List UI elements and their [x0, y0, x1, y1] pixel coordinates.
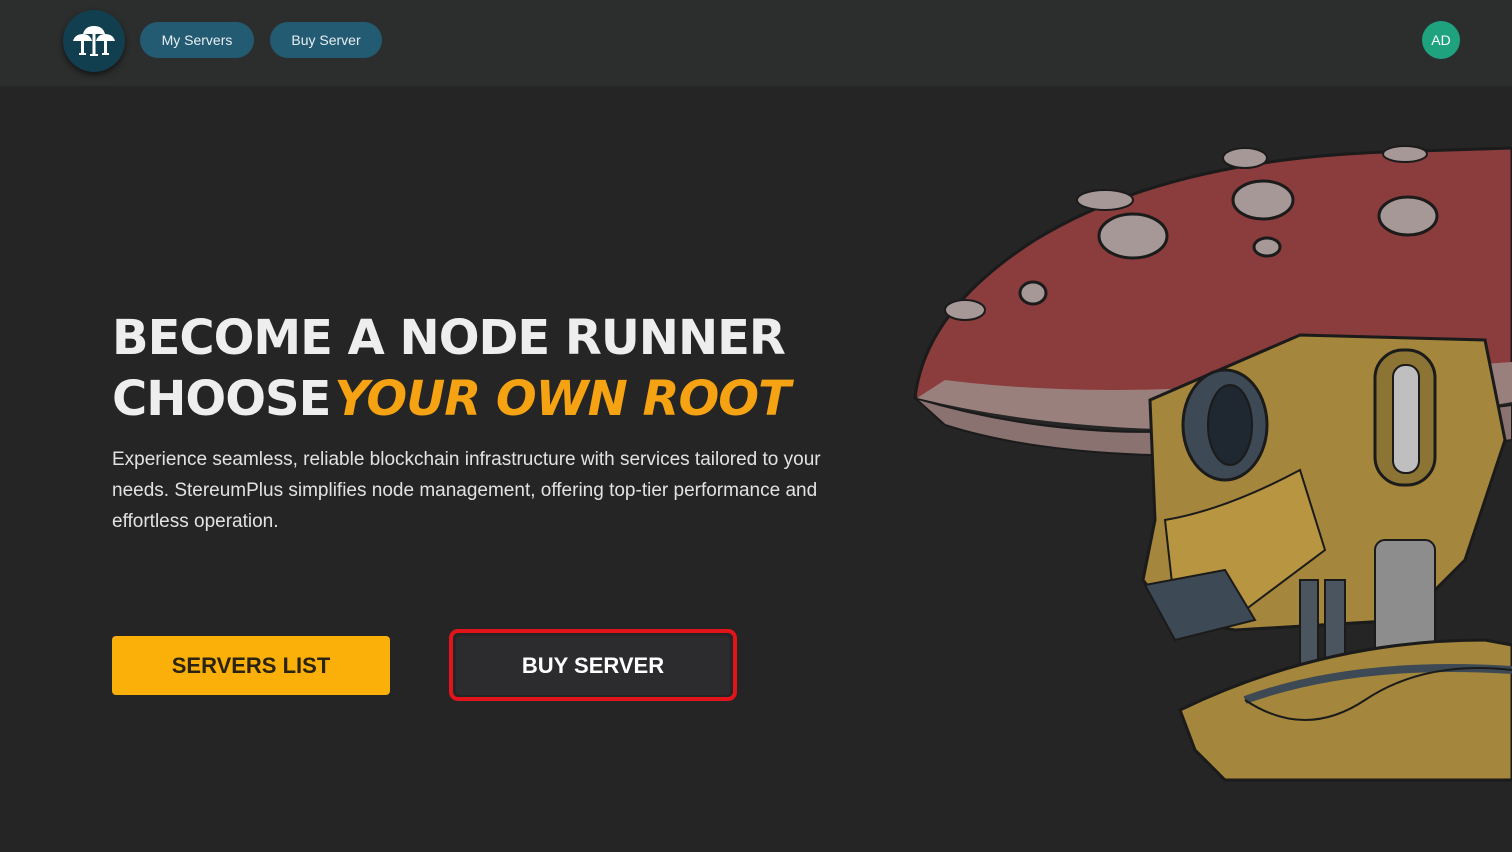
home-logo[interactable] — [63, 10, 125, 72]
servers-list-button[interactable]: SERVERS LIST — [112, 636, 390, 695]
hero-description: Experience seamless, reliable blockchain… — [112, 449, 821, 532]
mushroom-robot-illustration — [913, 145, 1512, 782]
hero-title-accent: YOUR OWN ROOT — [334, 371, 790, 427]
nav-my-servers-button[interactable]: My Servers — [140, 22, 254, 58]
mushroom-logo-icon — [73, 26, 115, 56]
nav-buy-server-button[interactable]: Buy Server — [270, 22, 382, 58]
top-navigation-bar: My Servers Buy Server AD — [0, 0, 1512, 86]
hero-title-line-2: CHOOSEYOUR OWN ROOT — [112, 371, 791, 427]
user-avatar[interactable]: AD — [1422, 21, 1460, 59]
hero-title-prefix: CHOOSE — [112, 371, 331, 427]
buy-server-button[interactable]: BUY SERVER — [456, 636, 730, 695]
hero-title-line-1: BECOME A NODE RUNNER — [112, 310, 786, 366]
